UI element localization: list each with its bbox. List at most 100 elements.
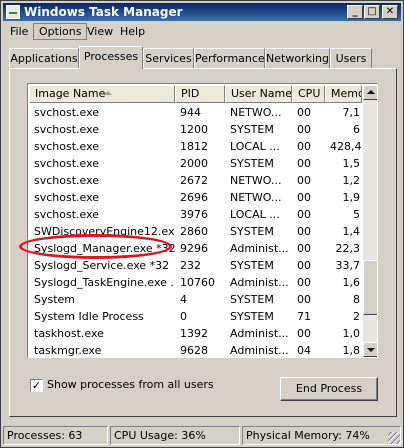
cell-user-name: SYSTEM xyxy=(230,259,274,272)
tab-processes[interactable]: Processes xyxy=(79,46,143,69)
table-row[interactable]: System 4 SYSTEM 00 8 xyxy=(29,291,362,308)
table-row[interactable]: SWDiscoveryEngine12.ex... 2860 SYSTEM 00 1,4 xyxy=(29,223,362,240)
menu-file[interactable]: File xyxy=(5,23,33,40)
menu-help[interactable]: Help xyxy=(115,23,150,40)
scroll-down-button[interactable] xyxy=(363,342,377,357)
column-header-cpu[interactable]: CPU xyxy=(292,85,325,103)
cell-cpu: 00 xyxy=(297,276,311,289)
status-cpu-usage: CPU Usage: 36% xyxy=(110,426,240,445)
resize-grip-icon[interactable] xyxy=(388,432,400,444)
cell-pid: 1812 xyxy=(180,140,208,153)
cell-memory: 8 xyxy=(353,293,360,306)
minimize-button[interactable]: _ xyxy=(347,5,363,19)
cell-cpu: 00 xyxy=(297,327,311,340)
table-row[interactable]: Syslogd_Service.exe *32 232 SYSTEM 00 33,7 xyxy=(29,257,362,274)
scroll-up-button[interactable] xyxy=(363,85,377,100)
end-process-button[interactable]: End Process xyxy=(280,377,378,401)
title-bar[interactable]: Windows Task Manager _ □ ✕ xyxy=(3,3,401,21)
show-all-users-checkbox[interactable]: ✓ xyxy=(30,379,43,392)
table-row[interactable]: svchost.exe 1200 SYSTEM 00 6 xyxy=(29,121,362,138)
cell-cpu: 71 xyxy=(297,310,311,323)
cell-pid: 9296 xyxy=(180,242,208,255)
cell-memory: 6 xyxy=(353,123,360,136)
tab-networking[interactable]: Networking xyxy=(265,48,330,68)
menu-options[interactable]: Options xyxy=(33,23,88,40)
cell-cpu: 00 xyxy=(297,157,311,170)
cell-user-name: NETWO... xyxy=(230,106,282,119)
cell-memory: 1,5 xyxy=(342,157,361,170)
maximize-button[interactable]: □ xyxy=(364,5,380,19)
cell-user-name: Administ... xyxy=(230,242,289,255)
column-header-user-name[interactable]: User Name xyxy=(225,85,292,103)
cell-pid: 10760 xyxy=(180,276,215,289)
cell-user-name: NETWO... xyxy=(230,191,282,204)
show-all-users-label: Show processes from all users xyxy=(47,378,214,391)
cell-user-name: LOCAL ... xyxy=(230,140,280,153)
cell-image-name: SWDiscoveryEngine12.ex... xyxy=(34,225,175,238)
tab-users[interactable]: Users xyxy=(330,48,372,68)
cell-memory: 428,4 xyxy=(330,140,362,153)
status-processes: Processes: 63 xyxy=(3,426,108,445)
cell-user-name: SYSTEM xyxy=(230,310,274,323)
cell-pid: 1392 xyxy=(180,327,208,340)
task-manager-icon xyxy=(6,5,20,19)
cell-cpu: 00 xyxy=(297,225,311,238)
table-row[interactable]: svchost.exe 2000 SYSTEM 00 1,5 xyxy=(29,155,362,172)
arrow-down-icon xyxy=(367,348,375,352)
cell-image-name: svchost.exe xyxy=(34,106,100,119)
tab-services[interactable]: Services xyxy=(143,48,194,68)
table-row[interactable]: taskmgr.exe 9628 Administ... 04 1,8 xyxy=(29,342,362,357)
cell-image-name: svchost.exe xyxy=(34,174,100,187)
cell-user-name: SYSTEM xyxy=(230,157,274,170)
menu-view[interactable]: View xyxy=(82,23,118,40)
cell-image-name: svchost.exe xyxy=(34,157,100,170)
task-manager-window: Windows Task Manager _ □ ✕ File Options … xyxy=(0,0,404,448)
cell-image-name: svchost.exe xyxy=(34,140,100,153)
column-header-memory[interactable]: Memor xyxy=(325,85,362,103)
cell-pid: 2672 xyxy=(180,174,208,187)
close-button[interactable]: ✕ xyxy=(382,5,398,19)
table-row[interactable]: taskhost.exe 1392 Administ... 00 1,0 xyxy=(29,325,362,342)
cell-cpu: 00 xyxy=(297,174,311,187)
table-row[interactable]: svchost.exe 2672 NETWO... 00 1,2 xyxy=(29,172,362,189)
cell-memory: 1,6 xyxy=(342,276,361,289)
cell-user-name: Administ... xyxy=(230,344,289,357)
cell-image-name: Syslogd_Manager.exe *32 xyxy=(34,242,175,255)
arrow-up-icon xyxy=(367,90,375,94)
column-header-pid[interactable]: PID xyxy=(175,85,225,103)
cell-user-name: SYSTEM xyxy=(230,293,274,306)
table-row[interactable]: System Idle Process 0 SYSTEM 71 2 xyxy=(29,308,362,325)
cell-cpu: 00 xyxy=(297,123,311,136)
cell-cpu: 00 xyxy=(297,208,311,221)
table-row[interactable]: Syslogd_Manager.exe *32 9296 Administ... 00… xyxy=(29,240,362,257)
tab-applications[interactable]: Applications xyxy=(9,48,79,68)
cell-cpu: 00 xyxy=(297,293,311,306)
cell-image-name: svchost.exe xyxy=(34,191,100,204)
cell-user-name: Administ... xyxy=(230,327,289,340)
sort-ascending-icon xyxy=(104,91,112,95)
cell-pid: 2860 xyxy=(180,225,208,238)
cell-memory: 2 xyxy=(353,310,360,323)
cell-image-name: taskhost.exe xyxy=(34,327,104,340)
process-list[interactable]: Image Name PID User Name CPU Memor svcho… xyxy=(27,83,378,358)
column-header-image-name[interactable]: Image Name xyxy=(29,85,175,103)
status-bar: Processes: 63 CPU Usage: 36% Physical Me… xyxy=(3,426,401,445)
table-row[interactable]: svchost.exe 2696 NETWO... 00 1,9 xyxy=(29,189,362,206)
window-title: Windows Task Manager xyxy=(24,5,183,19)
cell-pid: 4 xyxy=(180,293,187,306)
tab-performance[interactable]: Performance xyxy=(194,48,265,68)
vertical-scrollbar[interactable] xyxy=(363,85,377,357)
table-row[interactable]: svchost.exe 3976 LOCAL ... 00 5 xyxy=(29,206,362,223)
cell-cpu: 00 xyxy=(297,259,311,272)
cell-memory: 1,2 xyxy=(342,174,361,187)
cell-user-name: SYSTEM xyxy=(230,225,274,238)
cell-memory: 22,3 xyxy=(335,242,361,255)
table-row[interactable]: Syslogd_TaskEngine.exe ... 10760 Administ.… xyxy=(29,274,362,291)
scroll-thumb[interactable] xyxy=(363,260,377,315)
table-row[interactable]: svchost.exe 1812 LOCAL ... 00 428,4 xyxy=(29,138,362,155)
cell-cpu: 00 xyxy=(297,191,311,204)
cell-cpu: 04 xyxy=(297,344,311,357)
table-row[interactable]: svchost.exe 944 NETWO... 00 7,1 xyxy=(29,104,362,121)
cell-image-name: Syslogd_TaskEngine.exe ... xyxy=(34,276,175,289)
cell-memory: 1,4 xyxy=(342,225,361,238)
